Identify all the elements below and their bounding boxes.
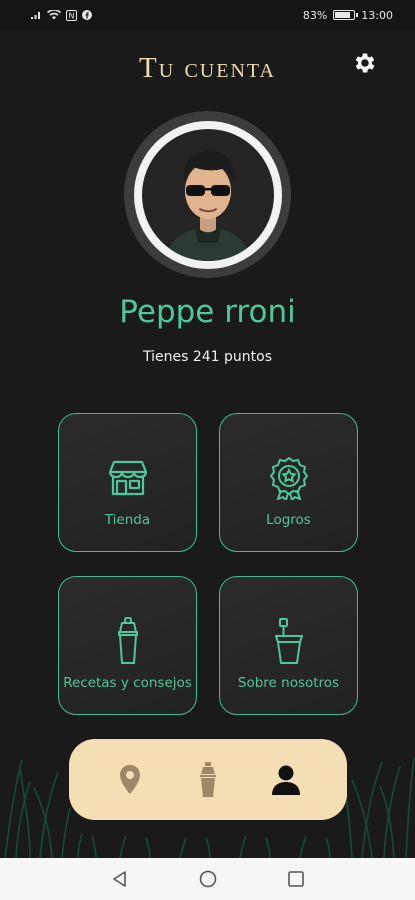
achievements-label: Logros [266,512,311,528]
store-icon [108,460,147,496]
home-icon[interactable] [199,870,217,888]
about-us-tile[interactable]: Sobre nosotros [219,576,358,715]
svg-text:N: N [69,11,75,20]
status-icons-left: N [30,9,92,21]
signal-icon [31,12,40,19]
gear-icon [355,53,375,73]
nav-location-button[interactable] [105,755,155,805]
settings-button[interactable] [349,47,381,79]
store-tile[interactable]: Tienda [58,413,197,552]
bottom-navigation [69,739,347,820]
cocktail-shaker-icon [117,617,138,664]
nfc-icon: N [66,9,77,21]
clock: 13:00 [361,8,393,22]
battery-percent: 83% [302,8,328,22]
points-text: Tienes 241 puntos [142,349,272,365]
user-icon [272,765,300,795]
nav-recipes-button[interactable] [183,755,233,805]
facebook-icon [82,10,92,20]
system-navigation-bar [0,858,415,900]
avatar[interactable] [124,111,291,278]
wifi-icon [47,10,61,20]
person-with-sunglasses-icon [163,150,252,261]
battery-icon [333,10,359,20]
about-us-label: Sobre nosotros [237,675,340,691]
back-icon[interactable] [111,870,129,888]
recipes-label: Recetas y consejos [63,675,192,691]
user-name: Peppe rroni [119,294,296,330]
avatar-illustration [141,128,274,261]
recents-icon[interactable] [287,870,305,888]
cup-icon [274,618,303,664]
status-bar: N 83% 13:00 [0,0,415,30]
achievements-tile[interactable]: Logros [219,413,358,552]
account-screen: N 83% 13:00 Tu cuenta Peppe rroni Tienes… [0,0,415,858]
store-label: Tienda [104,512,151,528]
status-icons-right: 83% 13:00 [303,9,393,22]
recipes-tile[interactable]: Recetas y consejos [58,576,197,715]
location-pin-icon [120,764,140,794]
avatar-frame [133,120,282,269]
cocktail-shaker-icon [200,761,216,797]
nav-profile-button[interactable] [261,755,311,805]
award-badge-icon [269,456,308,500]
